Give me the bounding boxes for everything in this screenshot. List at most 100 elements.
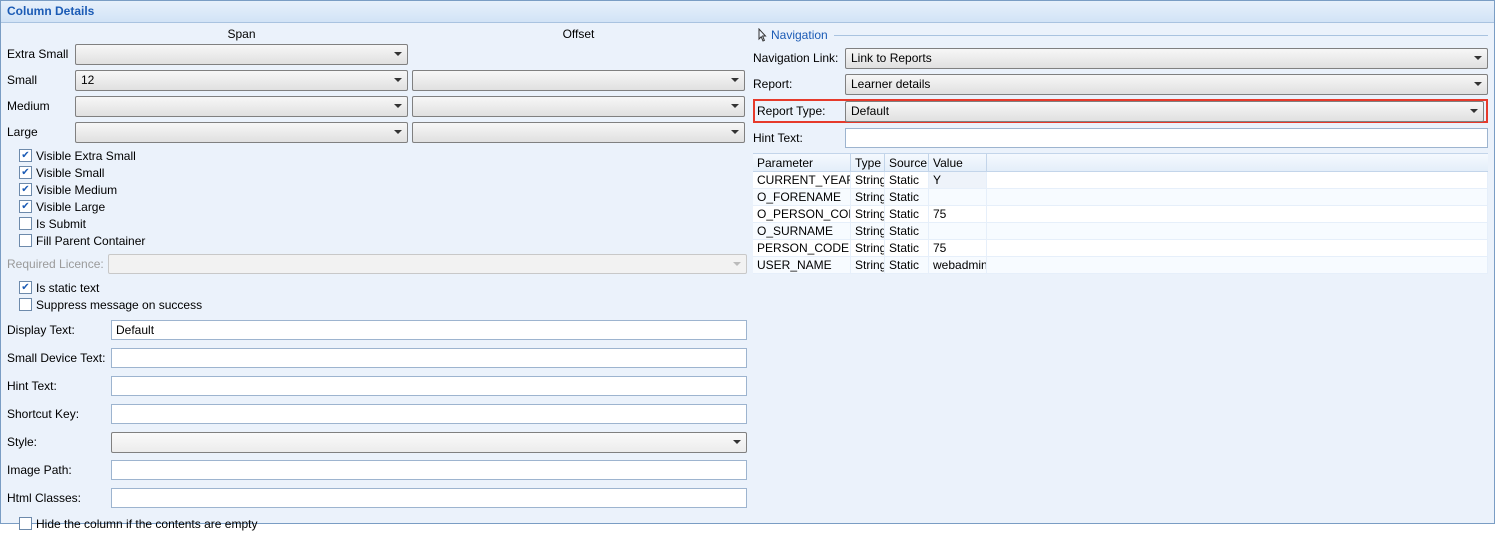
html-classes-row: Html Classes:	[7, 487, 747, 509]
field-label: Display Text:	[7, 323, 111, 337]
visible-xs-checkbox[interactable]	[19, 149, 32, 162]
visible-lg-checkbox[interactable]	[19, 200, 32, 213]
image-path-row: Image Path:	[7, 459, 747, 481]
cursor-icon	[753, 27, 769, 43]
report-combo[interactable]: Learner details	[845, 74, 1488, 95]
param-cell-name: PERSON_CODE	[753, 240, 851, 256]
param-cell-value: Y	[929, 172, 987, 188]
param-cell-value: 75	[929, 240, 987, 256]
navigation-fieldset-header: Navigation	[753, 27, 1488, 43]
checkbox-label: Is static text	[36, 281, 99, 295]
span-row-lg: Large	[7, 121, 747, 143]
fieldset-line	[834, 35, 1488, 36]
hint-text-right-input[interactable]	[845, 128, 1488, 148]
param-row[interactable]: O_PERSON_CODEStringStatic75	[753, 206, 1488, 223]
param-header-row: Parameter Type Source Value	[753, 153, 1488, 172]
hint-text-left-row: Hint Text:	[7, 375, 747, 397]
header-offset: Offset	[410, 27, 747, 41]
span-lg-combo[interactable]	[75, 122, 408, 143]
required-licence-combo	[108, 254, 747, 274]
param-cell-spacer	[987, 172, 1488, 188]
param-cell-source: Static	[885, 257, 929, 273]
right-panel: Navigation Navigation Link: Link to Repo…	[753, 27, 1488, 532]
span-row-md: Medium	[7, 95, 747, 117]
param-header-source[interactable]: Source	[885, 154, 929, 171]
param-row[interactable]: CURRENT_YEARStringStaticY	[753, 172, 1488, 189]
param-cell-value: webadmin	[929, 257, 987, 273]
param-header-spacer	[987, 154, 1488, 171]
shortcut-key-input[interactable]	[111, 404, 747, 424]
suppress-checkbox[interactable]	[19, 298, 32, 311]
param-cell-type: String	[851, 223, 885, 239]
small-device-text-row: Small Device Text:	[7, 347, 747, 369]
field-label: Image Path:	[7, 463, 111, 477]
param-header-value[interactable]: Value	[929, 154, 987, 171]
visible-sm-checkbox[interactable]	[19, 166, 32, 179]
span-row-xs: Extra Small	[7, 43, 747, 65]
small-device-text-input[interactable]	[111, 348, 747, 368]
param-cell-name: USER_NAME	[753, 257, 851, 273]
field-label: Small Device Text:	[7, 351, 111, 365]
checkbox-label: Visible Extra Small	[36, 149, 136, 163]
hint-text-left-input[interactable]	[111, 376, 747, 396]
param-cell-source: Static	[885, 240, 929, 256]
checkbox-label: Is Submit	[36, 217, 86, 231]
required-licence-label: Required Licence:	[7, 257, 104, 271]
navigation-link-row: Navigation Link: Link to Reports	[753, 47, 1488, 69]
field-label: Html Classes:	[7, 491, 111, 505]
required-licence-row: Required Licence:	[7, 253, 747, 275]
span-grid-header: Span Offset	[7, 27, 747, 41]
span-label: Small	[7, 73, 73, 87]
span-md-combo[interactable]	[75, 96, 408, 117]
navigation-legend: Navigation	[771, 28, 828, 42]
span-xs-combo[interactable]	[75, 44, 408, 65]
navigation-link-combo[interactable]: Link to Reports	[845, 48, 1488, 69]
param-cell-value: 75	[929, 206, 987, 222]
report-type-combo[interactable]: Default	[845, 101, 1484, 122]
visibility-checks: Visible Extra Small Visible Small Visibl…	[7, 147, 747, 249]
param-cell-spacer	[987, 223, 1488, 239]
param-row[interactable]: O_SURNAMEStringStatic	[753, 223, 1488, 240]
param-row[interactable]: PERSON_CODEStringStatic75	[753, 240, 1488, 257]
param-cell-source: Static	[885, 223, 929, 239]
param-cell-value	[929, 189, 987, 205]
checkbox-label: Fill Parent Container	[36, 234, 145, 248]
display-text-input[interactable]: Default	[111, 320, 747, 340]
style-combo[interactable]	[111, 432, 747, 453]
report-row: Report: Learner details	[753, 73, 1488, 95]
offset-sm-combo[interactable]	[412, 70, 745, 91]
span-sm-combo[interactable]: 12	[75, 70, 408, 91]
param-header-type[interactable]: Type	[851, 154, 885, 171]
param-cell-source: Static	[885, 206, 929, 222]
is-static-checkbox[interactable]	[19, 281, 32, 294]
span-label: Large	[7, 125, 73, 139]
field-label: Report:	[753, 77, 845, 91]
param-row[interactable]: O_FORENAMEStringStatic	[753, 189, 1488, 206]
param-cell-type: String	[851, 189, 885, 205]
visible-md-checkbox[interactable]	[19, 183, 32, 196]
field-label: Navigation Link:	[753, 51, 845, 65]
param-header-parameter[interactable]: Parameter	[753, 154, 851, 171]
param-cell-spacer	[987, 257, 1488, 273]
param-cell-type: String	[851, 240, 885, 256]
param-cell-type: String	[851, 257, 885, 273]
fill-parent-checkbox[interactable]	[19, 234, 32, 247]
param-cell-spacer	[987, 240, 1488, 256]
is-submit-checkbox[interactable]	[19, 217, 32, 230]
param-cell-name: O_PERSON_CODE	[753, 206, 851, 222]
image-path-input[interactable]	[111, 460, 747, 480]
field-label: Hint Text:	[7, 379, 111, 393]
checkbox-label: Visible Medium	[36, 183, 117, 197]
param-cell-name: O_SURNAME	[753, 223, 851, 239]
checkbox-label: Visible Large	[36, 200, 105, 214]
offset-md-combo[interactable]	[412, 96, 745, 117]
shortcut-key-row: Shortcut Key:	[7, 403, 747, 425]
offset-lg-combo[interactable]	[412, 122, 745, 143]
param-rows: CURRENT_YEARStringStaticYO_FORENAMEStrin…	[753, 172, 1488, 274]
param-cell-name: O_FORENAME	[753, 189, 851, 205]
html-classes-input[interactable]	[111, 488, 747, 508]
field-label: Hint Text:	[753, 131, 845, 145]
style-row: Style:	[7, 431, 747, 453]
field-label: Report Type:	[757, 104, 845, 118]
param-row[interactable]: USER_NAMEStringStaticwebadmin	[753, 257, 1488, 274]
